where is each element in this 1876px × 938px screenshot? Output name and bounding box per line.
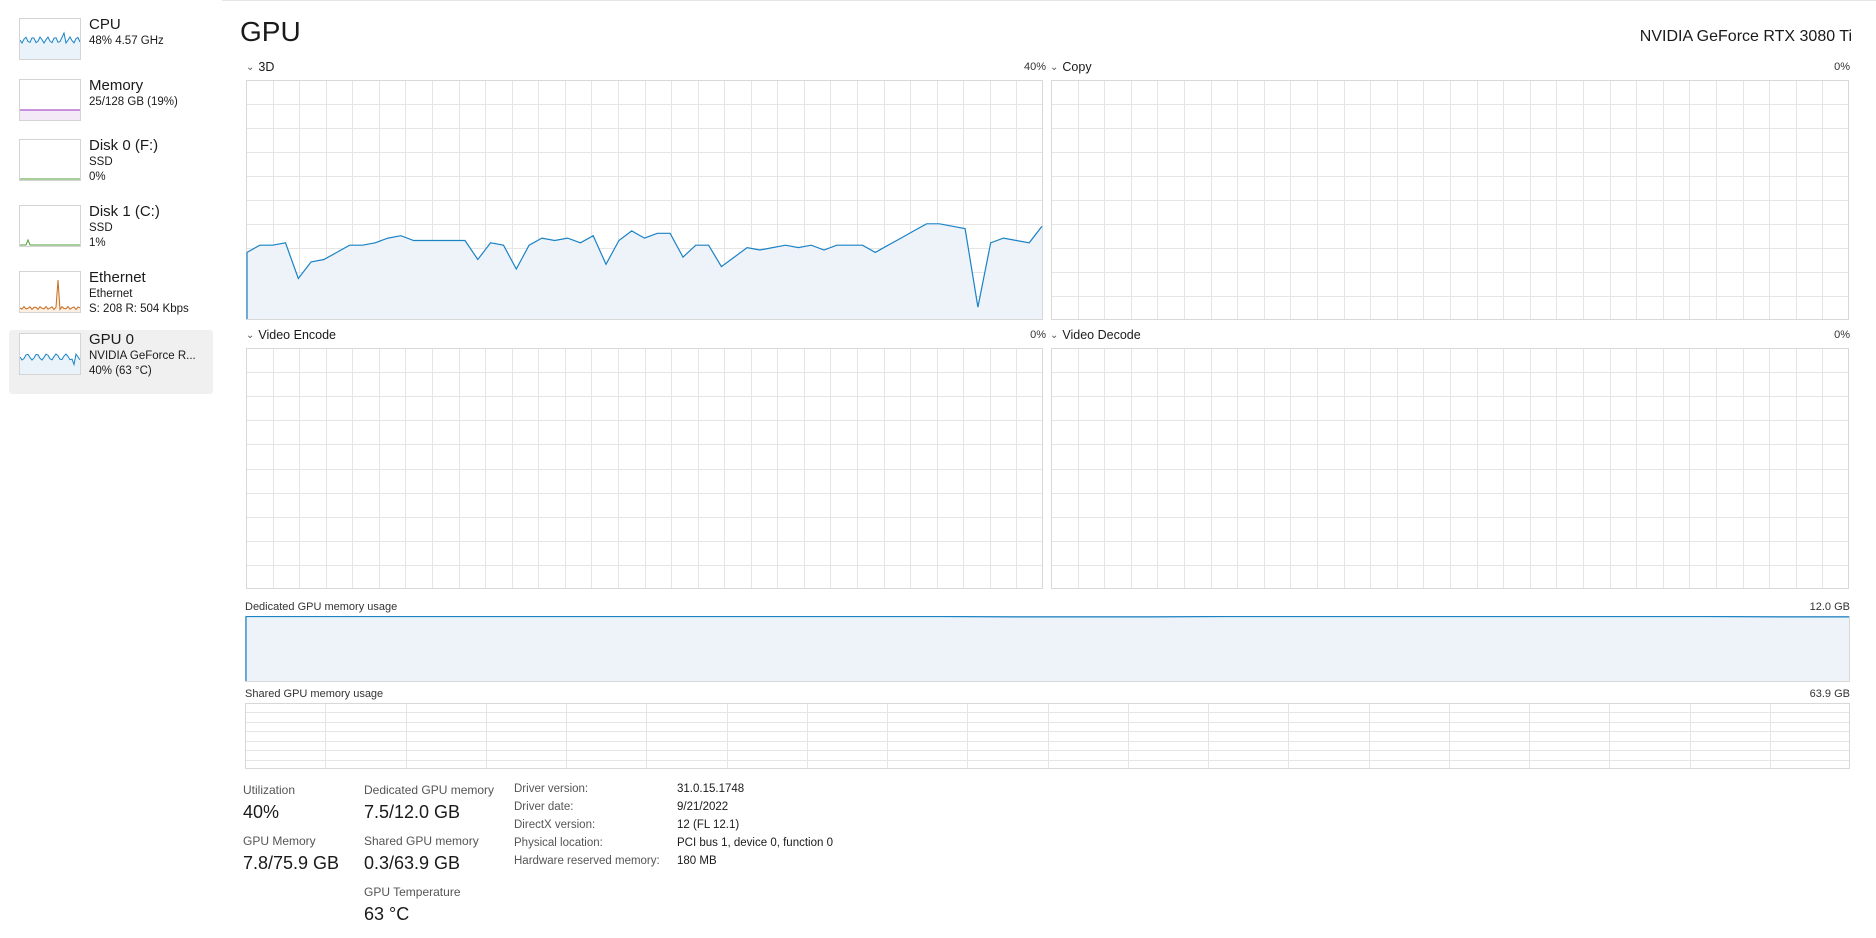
ethernet-thumbnail-graph <box>19 271 81 313</box>
graph-copy <box>1051 80 1849 320</box>
sidebar-item-subtitle: SSD <box>89 156 113 168</box>
cpu-thumbnail-graph <box>19 18 81 60</box>
directx-version-label: DirectX version: <box>514 819 596 831</box>
gpu-device-name: NVIDIA GeForce RTX 3080 Ti <box>1639 28 1852 45</box>
graph-selector-copy[interactable]: ⌄ Copy <box>1050 60 1092 74</box>
sidebar-item-disk-1[interactable]: Disk 1 (C:) SSD 1% <box>9 202 213 266</box>
gpu-temperature-value: 63 °C <box>364 904 410 924</box>
shared-memory-value: 0.3/63.9 GB <box>364 853 461 873</box>
graph-3d-value: 40% <box>1023 61 1046 73</box>
sidebar-item-gpu-0[interactable]: GPU 0 NVIDIA GeForce R... 40% (63 °C) <box>9 330 213 394</box>
sidebar-item-title: Disk 1 (C:) <box>89 203 160 220</box>
sidebar-item-memory[interactable]: Memory 25/128 GB (19%) <box>9 76 213 140</box>
graph-video-encode-label: Video Encode <box>258 328 337 342</box>
sidebar-item-subtitle: Ethernet <box>89 288 133 300</box>
sidebar: CPU 48% 4.57 GHz Memory 25/128 GB (19%) … <box>0 0 222 938</box>
graph-selector-video-decode[interactable]: ⌄ Video Decode <box>1050 328 1141 342</box>
graph-video-decode-value: 0% <box>1834 329 1850 341</box>
driver-date-label: Driver date: <box>514 801 574 813</box>
hardware-reserved-memory-value: 180 MB <box>677 855 717 867</box>
sidebar-item-title: Ethernet <box>89 269 146 286</box>
graph-video-encode <box>246 348 1043 589</box>
graph-video-encode-value: 0% <box>1030 329 1046 341</box>
sidebar-item-subtitle: NVIDIA GeForce R... <box>89 350 196 362</box>
sidebar-item-subtitle: 25/128 GB (19%) <box>89 96 178 108</box>
sidebar-item-detail: 1% <box>89 237 106 249</box>
dedicated-memory-graph-max: 12.0 GB <box>1809 601 1850 613</box>
sidebar-item-subtitle: 48% 4.57 GHz <box>89 35 164 47</box>
sidebar-item-title: Memory <box>89 77 144 94</box>
graph-selector-3d[interactable]: ⌄ 3D <box>246 60 274 74</box>
sidebar-item-cpu[interactable]: CPU 48% 4.57 GHz <box>9 15 213 79</box>
dedicated-memory-label: Dedicated GPU memory <box>364 783 495 797</box>
chevron-down-icon: ⌄ <box>1050 62 1059 73</box>
dedicated-memory-value: 7.5/12.0 GB <box>364 802 461 822</box>
driver-date-value: 9/21/2022 <box>677 801 729 813</box>
disk-0-thumbnail-graph <box>19 139 81 181</box>
dedicated-memory-graph <box>245 616 1850 682</box>
driver-version-label: Driver version: <box>514 783 589 795</box>
sidebar-item-ethernet[interactable]: Ethernet Ethernet S: 208 R: 504 Kbps <box>9 268 213 332</box>
driver-version-value: 31.0.15.1748 <box>677 783 745 795</box>
sidebar-item-disk-0[interactable]: Disk 0 (F:) SSD 0% <box>9 136 213 200</box>
graph-video-decode-label: Video Decode <box>1062 328 1141 342</box>
graph-copy-label: Copy <box>1062 60 1092 74</box>
dedicated-series-area <box>246 616 1849 681</box>
page-title: GPU <box>240 16 301 47</box>
chevron-down-icon: ⌄ <box>246 330 255 341</box>
sidebar-item-detail: 40% (63 °C) <box>89 365 152 377</box>
graph-3d <box>246 80 1043 320</box>
shared-memory-graph-max: 63.9 GB <box>1809 688 1850 700</box>
utilization-value: 40% <box>243 802 280 822</box>
graph-video-decode <box>1051 348 1849 589</box>
thumbnail-line <box>20 279 80 311</box>
chevron-down-icon: ⌄ <box>246 62 255 73</box>
graph-background <box>246 348 1043 589</box>
gpu-memory-value: 7.8/75.9 GB <box>243 853 340 873</box>
graph-copy-value: 0% <box>1834 61 1850 73</box>
hardware-reserved-memory-label: Hardware reserved memory: <box>514 855 660 867</box>
shared-memory-graph <box>245 703 1850 769</box>
sidebar-item-title: CPU <box>89 16 121 33</box>
gpu-thumbnail-graph <box>19 333 81 375</box>
graph-selector-video-encode[interactable]: ⌄ Video Encode <box>246 328 336 342</box>
thumbnail-area <box>20 33 80 59</box>
sidebar-item-detail: S: 208 R: 504 Kbps <box>89 303 189 315</box>
memory-thumbnail-graph <box>19 79 81 121</box>
thumbnail-area <box>20 354 80 374</box>
physical-location-value: PCI bus 1, device 0, function 0 <box>677 837 833 849</box>
sidebar-item-title: GPU 0 <box>89 331 135 348</box>
sidebar-item-detail: 0% <box>89 171 106 183</box>
shared-memory-graph-label: Shared GPU memory usage <box>245 688 384 700</box>
directx-version-value: 12 (FL 12.1) <box>677 819 740 831</box>
gpu-temperature-label: GPU Temperature <box>364 885 461 899</box>
graph-3d-label: 3D <box>258 60 275 74</box>
thumbnail-line <box>20 238 80 246</box>
physical-location-label: Physical location: <box>514 837 603 849</box>
gpu-memory-label: GPU Memory <box>243 834 316 848</box>
shared-memory-label: Shared GPU memory <box>364 834 479 848</box>
sidebar-item-title: Disk 0 (F:) <box>89 137 159 154</box>
thumbnail-area <box>20 110 80 120</box>
utilization-label: Utilization <box>243 783 296 797</box>
dedicated-memory-graph-label: Dedicated GPU memory usage <box>245 601 398 613</box>
chevron-down-icon: ⌄ <box>1050 330 1059 341</box>
sidebar-item-subtitle: SSD <box>89 222 113 234</box>
disk-1-thumbnail-graph <box>19 205 81 247</box>
window-top-border <box>0 0 1876 1</box>
